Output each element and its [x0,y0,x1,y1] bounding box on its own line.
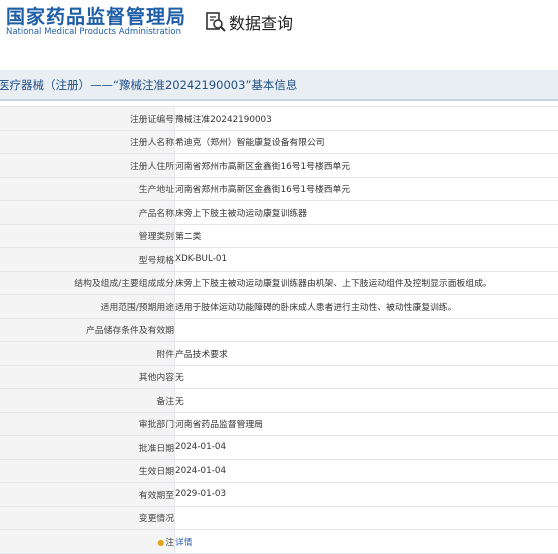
field-label-remarks: 备注 [0,388,175,413]
field-value-registration-no: 豫械注准20242190003 [174,106,558,131]
table-row-approval-date: 批准日期 2024-01-04 [0,435,558,460]
field-label-change-info: 变更情况 [0,505,175,530]
logo-title-cn: 国家药品监督管理局 [6,6,187,28]
field-value-expiry-date: 2029-01-03 [174,482,558,507]
field-label-model-spec: 型号规格 [0,247,175,272]
field-value-product-name: 床旁上下肢主被动运动康复训练器 [174,200,558,225]
table-row-product-name: 产品名称 床旁上下肢主被动运动康复训练器 [0,200,558,225]
table-row-expiry-date: 有效期至 2029-01-03 [0,482,558,507]
field-value-effective-date: 2024-01-04 [174,458,558,483]
field-label-storage: 产品储存条件及有效期 [0,317,175,342]
table-row-change-info: 变更情况 [0,505,558,530]
field-label-other-content: 其他内容 [0,364,175,389]
table-row-intended-use: 适用范围/预期用途 适用于肢体运动功能障碍的卧床成人患者进行主动性、被动性康复训练… [0,294,558,319]
field-label-approval-dept: 审批部门 [0,411,175,436]
table-row-management-class: 管理类别 第二类 [0,223,558,248]
query-title[interactable]: 数据查询 [229,10,293,34]
field-label-expiry-date: 有效期至 [0,482,175,507]
field-value-other-content: 无 [174,364,558,389]
field-label-product-name: 产品名称 [0,200,175,225]
field-label-production-address: 生产地址 [0,176,175,201]
lightbulb-icon: ● [157,537,165,547]
field-value-registrant-name: 希迪克（郑州）智能康复设备有限公司 [174,129,558,154]
field-value-storage [174,317,558,342]
field-label-approval-date: 批准日期 [0,435,175,460]
field-value-production-address: 河南省郑州市高新区金鑫街16号1号楼西单元 [174,176,558,201]
field-label-note: ●注 [0,529,175,554]
field-label-registrant-name: 注册人名称 [0,129,175,154]
field-value-intended-use: 适用于肢体运动功能障碍的卧床成人患者进行主动性、被动性康复训练。 [174,294,558,319]
table-row-attachment: 附件 产品技术要求 [0,341,558,366]
table-row-production-address: 生产地址 河南省郑州市高新区金鑫街16号1号楼西单元 [0,176,558,201]
table-row-registrant-address: 注册人住所 河南省郑州市高新区金鑫街16号1号楼西单元 [0,153,558,178]
table-row-registrant-name: 注册人名称 希迪克（郑州）智能康复设备有限公司 [0,129,558,154]
logo-title-en: National Medical Products Administration [6,27,181,37]
table-row-storage: 产品储存条件及有效期 [0,317,558,342]
table-row-note: ●注 详情 [0,529,558,554]
section-title: 医疗器械（注册）——“豫械注准20242190003”基本信息 [0,78,298,92]
field-label-attachment: 附件 [0,341,175,366]
field-value-change-info [174,505,558,530]
table-row-remarks: 备注无 [0,388,558,413]
section-title-bar: 医疗器械（注册）——“豫械注准20242190003”基本信息 [0,70,558,101]
field-value-registrant-address: 河南省郑州市高新区金鑫街16号1号楼西单元 [174,153,558,178]
detail-table: 注册证编号 豫械注准20242190003 注册人名称 希迪克（郑州）智能康复设备有限… [0,106,558,554]
field-label-intended-use: 适用范围/预期用途 [0,294,175,319]
field-value-structure: 床旁上下肢主被动运动康复训练器由机架、上下肢运动组件及控制显示面板组成。 [174,270,558,295]
site-header: 国家药品监督管理局 National Medical Products Admi… [0,0,558,44]
table-row-structure: 结构及组成/主要组成成分 床旁上下肢主被动运动康复训练器由机架、上下肢运动组件及控… [0,270,558,295]
table-row-registration-no: 注册证编号 豫械注准20242190003 [0,106,558,131]
field-value-model-spec: XDK-BUL-01 [174,247,558,272]
field-label-effective-date: 生效日期 [0,458,175,483]
field-value-attachment: 产品技术要求 [174,341,558,366]
field-value-remarks: 无 [174,388,558,413]
field-label-structure: 结构及组成/主要组成成分 [0,270,175,295]
field-value-management-class: 第二类 [174,223,558,248]
field-value-approval-date: 2024-01-04 [174,435,558,460]
table-row-model-spec: 型号规格 XDK-BUL-01 [0,247,558,272]
document-search-icon [206,12,226,32]
field-label-management-class: 管理类别 [0,223,175,248]
table-row-approval-dept: 审批部门 河南省药品监督管理局 [0,411,558,436]
table-row-effective-date: 生效日期 2024-01-04 [0,458,558,483]
note-label: 注 [165,537,174,548]
field-label-registrant-address: 注册人住所 [0,153,175,178]
field-value-note: 详情 [174,529,558,554]
table-row-other-content: 其他内容无 [0,364,558,389]
details-link[interactable]: 详情 [175,538,193,548]
field-label-registration-no: 注册证编号 [0,106,175,131]
field-value-approval-dept: 河南省药品监督管理局 [174,411,558,436]
